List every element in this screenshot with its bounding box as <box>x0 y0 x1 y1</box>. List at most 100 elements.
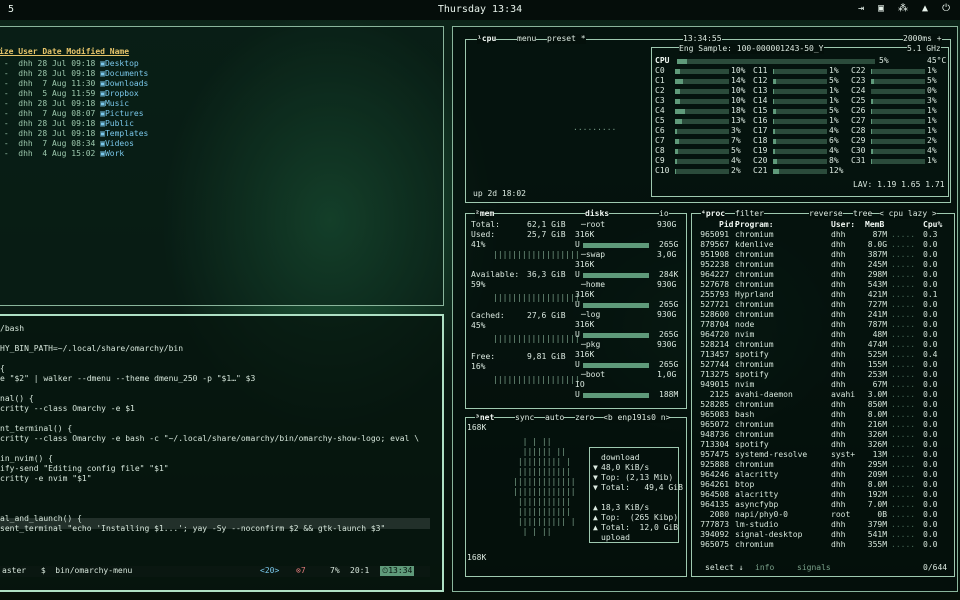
cpu-core-bar <box>871 159 872 164</box>
net-graph: | | || |||||| || ||||||||| | |||||||||||… <box>513 437 576 536</box>
process-pid: 2125 <box>709 390 730 399</box>
file-row[interactable]: - dhh 4 Aug 15:02 ▣Work <box>0 149 124 159</box>
proc-reverse-toggle[interactable]: reverse <box>809 209 843 219</box>
file-date: 4 Aug 15:02 <box>37 149 101 158</box>
cpu-core-percent: 18% <box>731 106 746 115</box>
proc-col-mem[interactable]: MemB <box>865 220 884 230</box>
file-user: dhh <box>18 109 38 118</box>
proc-sort-selector[interactable]: < cpu lazy > <box>879 209 937 219</box>
net-sync-toggle[interactable]: sync <box>515 413 535 423</box>
btop-pane[interactable]: ¹cpu menu preset * 13:34:55 2000ms + Eng… <box>452 26 958 592</box>
cpu-core-bar <box>773 159 778 164</box>
io-toggle[interactable]: io <box>659 209 669 219</box>
cpu-core-bar-track <box>675 89 729 94</box>
net-box-title[interactable]: ³net <box>475 413 495 423</box>
process-mem: 850M <box>867 400 888 409</box>
cpu-core-bar-track <box>773 99 827 104</box>
file-row[interactable]: - dhh 5 Aug 11:59 ▣Dropbox <box>0 89 139 99</box>
proc-col-program[interactable]: Program: <box>735 220 774 230</box>
proc-tree-toggle[interactable]: tree <box>853 209 873 219</box>
net-zero-toggle[interactable]: zero <box>575 413 595 423</box>
process-user: dhh <box>831 370 846 379</box>
file-listing-pane[interactable]: ize User Date Modified Name - dhh 28 Jul… <box>0 26 444 306</box>
clock[interactable]: Thursday 13:34 <box>0 4 960 15</box>
proc-filter[interactable]: filter <box>735 209 764 219</box>
process-cpu: 0.0 <box>923 410 938 419</box>
process-program: chromium <box>735 400 774 409</box>
power-icon[interactable]: ⏻ <box>942 3 950 14</box>
scroll-percent: 7% <box>330 566 340 575</box>
process-user: dhh <box>831 380 846 389</box>
disk-io: 316K <box>575 320 595 329</box>
process-program: bash <box>735 410 755 419</box>
process-mem: 295M <box>867 460 888 469</box>
share-icon[interactable]: ⇥ <box>858 3 864 14</box>
update-interval[interactable]: 2000ms + <box>903 34 942 44</box>
cpu-core-row: C7 7% <box>655 136 749 146</box>
process-cpu-graph: ..... <box>891 280 916 289</box>
cpu-core-percent: 10% <box>731 96 746 105</box>
process-cpu: 0.0 <box>923 460 938 469</box>
file-size: - <box>0 149 19 158</box>
net-auto-toggle[interactable]: auto <box>545 413 565 423</box>
file-row[interactable]: - dhh 7 Aug 11:30 ▣Downloads <box>0 79 149 89</box>
cpu-core-name: C13 <box>753 86 768 95</box>
file-row[interactable]: - dhh 28 Jul 09:18 ▣Music <box>0 99 129 109</box>
cpu-core-row: C15 5% <box>753 106 847 116</box>
cpu-core-percent: 4% <box>829 126 839 135</box>
file-row[interactable]: - dhh 28 Jul 09:18 ▣Templates <box>0 129 149 139</box>
disk-name: ─log <box>581 310 601 319</box>
file-row[interactable]: - dhh 28 Jul 09:18 ▣Documents <box>0 69 149 79</box>
process-cpu: 0.0 <box>923 430 938 439</box>
cpu-core-row: C23 5% <box>851 76 945 86</box>
process-pid: 528600 <box>700 310 730 319</box>
proc-signals-label[interactable]: signals <box>797 563 831 573</box>
cpu-core-row: C26 1% <box>851 106 945 116</box>
cpu-core-percent: 1% <box>927 156 937 165</box>
file-date: 7 Aug 11:30 <box>37 79 101 88</box>
mem-box-title[interactable]: ²mem <box>475 209 495 219</box>
process-cpu: 0.0 <box>923 330 938 339</box>
cpu-core-bar <box>773 149 776 154</box>
mem-available-label: Available: <box>471 270 520 279</box>
process-user: dhh <box>831 360 846 369</box>
file-row[interactable]: - dhh 28 Jul 09:18 ▣Public <box>0 119 134 129</box>
proc-select-label[interactable]: select ↓ <box>705 563 744 573</box>
file-row[interactable]: - dhh 28 Jul 09:18 ▣Desktop <box>0 59 139 69</box>
proc-info-label[interactable]: info <box>755 563 775 573</box>
net-interface-selector[interactable]: <b enp191s0 n> <box>603 413 671 423</box>
mem-total-label: Total: <box>471 220 500 229</box>
cpu-core-bar-track <box>871 99 925 104</box>
system-tray: ⇥ ▣ ⁂ ▲ ⏻ <box>858 3 950 14</box>
proc-col-cpu[interactable]: Cpu% <box>923 220 942 230</box>
process-pid: 527744 <box>700 360 730 369</box>
cpu-core-bar <box>675 159 678 164</box>
cpu-core-percent: 2% <box>731 166 741 175</box>
disk-used: 265G <box>659 360 679 369</box>
cpu-core-name: C19 <box>753 146 768 155</box>
screen-record-icon[interactable]: ▣ <box>878 3 884 14</box>
file-name: Templates <box>104 129 149 138</box>
wifi-icon[interactable]: ▲ <box>922 3 928 14</box>
bluetooth-icon[interactable]: ⁂ <box>898 3 908 14</box>
disk-size: 930G <box>657 340 677 349</box>
code-line: { <box>0 364 5 373</box>
process-program: chromium <box>735 360 774 369</box>
file-row[interactable]: - dhh 7 Aug 08:07 ▣Pictures <box>0 109 144 119</box>
cpu-core-percent: 1% <box>829 66 839 75</box>
disks-title[interactable]: disks <box>585 209 610 219</box>
process-pid: 527678 <box>700 280 730 289</box>
cpu-preset-label[interactable]: preset * <box>547 34 586 44</box>
cpu-box-title[interactable]: ¹cpu <box>477 34 497 44</box>
proc-box-title[interactable]: ⁴proc <box>701 209 726 219</box>
file-row[interactable]: - dhh 7 Aug 08:34 ▣Videos <box>0 139 134 149</box>
cpu-core-bar <box>773 89 774 94</box>
cpu-menu-label[interactable]: menu <box>517 34 537 44</box>
file-size: - <box>0 99 19 108</box>
proc-col-user[interactable]: User: <box>831 220 855 230</box>
process-program: chromium <box>735 270 774 279</box>
process-cpu-graph: ..... <box>891 270 916 279</box>
editor-pane[interactable]: /bash HY_BIN_PATH=~/.local/share/omarchy/… <box>0 314 444 592</box>
cpu-core-name: C18 <box>753 136 768 145</box>
process-user: dhh <box>831 250 846 259</box>
